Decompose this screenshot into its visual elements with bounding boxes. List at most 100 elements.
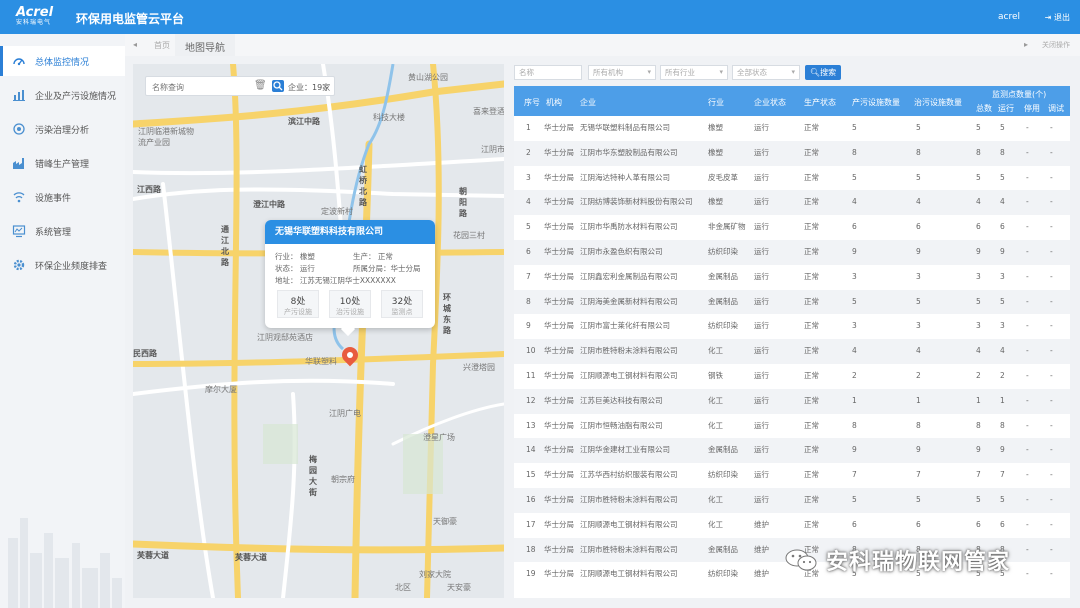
stat-monitor-points[interactable]: 32处 监测点 (381, 290, 423, 318)
table-header: 序号 机构 企业 行业 企业状态 生产状态 产污设施数量 治污设施数量 监测点数… (514, 86, 1070, 116)
search-button[interactable]: 🔍︎搜索 (805, 65, 841, 80)
map-label: 澄星广场 (423, 433, 455, 442)
industry-select-value: 所有行业 (665, 68, 695, 77)
industry-select[interactable]: 所有行业 ▾ (660, 65, 728, 80)
trash-icon[interactable]: 🗑 (254, 80, 267, 91)
sidebar-item-pollution-analysis[interactable]: 污染治理分析 (0, 114, 125, 144)
cell-company: 无锡华联塑料制品有限公司 (580, 123, 670, 132)
cell-production-status: 正常 (804, 445, 819, 455)
cell-treatment-count: 8 (916, 420, 921, 430)
screen-chart-icon (12, 225, 26, 238)
map-search-input[interactable] (152, 80, 240, 94)
status-select[interactable]: 全部状态 ▾ (732, 65, 800, 80)
cell-monitor-debug: - (1050, 172, 1053, 182)
col-company-status: 企业状态 (754, 98, 786, 107)
logo-subtext: 安科瑞电气 (16, 19, 52, 26)
cell-org: 华士分局 (544, 371, 574, 380)
table-row[interactable]: 6 华士分局 江阴市永盈色织有限公司 纺织印染 运行 正常 9 9 9 9 - - (514, 240, 1070, 265)
table-row[interactable]: 7 华士分局 江阴鑫宏利金属制品有限公司 金属制品 运行 正常 3 3 3 3 - - (514, 265, 1070, 290)
cell-monitor-debug: - (1050, 321, 1053, 331)
table-row[interactable]: 1 华士分局 无锡华联塑料制品有限公司 橡塑 运行 正常 5 5 5 5 - - (514, 116, 1070, 141)
sidebar-item-peak-production[interactable]: 错峰生产管理 (0, 148, 125, 178)
cell-monitor-running: 9 (1000, 445, 1005, 455)
popup-industry: 行业： 橡塑 (275, 252, 315, 261)
cell-company: 江阴鑫宏利金属制品有限公司 (580, 271, 678, 281)
tab-home[interactable]: 首页 (154, 40, 170, 51)
cell-index: 5 (526, 222, 531, 232)
tab-prev-button[interactable]: ◂ (133, 40, 137, 49)
cell-index: 9 (526, 321, 531, 331)
cell-monitor-total: 9 (976, 247, 981, 256)
table-row[interactable]: 14 华士分局 江阴华金建材工业有限公司 金属制品 运行 正常 9 9 9 9 - - (514, 438, 1070, 464)
cell-treatment-count: 5 (916, 296, 921, 306)
table-row[interactable]: 12 华士分局 江苏巨美达科技有限公司 化工 运行 正常 1 1 1 1 - - (514, 388, 1070, 414)
map-view[interactable]: 黄山湖公园 滨江中路 科技大楼 江阴临港新城物流产业园 江阴市 喜来登酒店 江西… (133, 64, 504, 598)
watermark: 安科瑞物联网管家 (778, 542, 1058, 576)
cell-monitor-total: 2 (976, 371, 981, 380)
stat-treatment-facilities[interactable]: 10处 治污设施 (329, 290, 371, 318)
table-row[interactable]: 4 华士分局 江阴纺博装饰新材料股份有限公司 橡塑 运行 正常 4 4 4 4 - - (514, 190, 1070, 216)
table-row[interactable]: 5 华士分局 江阴市华禹防水材料有限公司 非金属矿物 运行 正常 6 6 6 6 - - (514, 215, 1070, 240)
col-index: 序号 (524, 98, 540, 107)
table-row[interactable]: 13 华士分局 江阴市恒畅油脂有限公司 化工 运行 正常 8 8 8 8 - - (514, 414, 1070, 439)
cell-index: 17 (526, 519, 536, 529)
tab-next-button[interactable]: ▸ (1024, 40, 1028, 49)
cell-company-status: 运行 (754, 271, 769, 281)
table-row[interactable]: 3 华士分局 江阴海达特种人革有限公司 皮毛皮革 运行 正常 5 5 5 5 - - (514, 166, 1070, 191)
table-row[interactable]: 9 华士分局 江阴市富士莱化纤有限公司 纺织印染 运行 正常 3 3 3 3 - - (514, 314, 1070, 339)
chevron-down-icon: ▾ (719, 68, 723, 76)
sidebar-item-facility-events[interactable]: 设施事件 (0, 182, 125, 212)
table-row[interactable]: 8 华士分局 江阴海美金属新材料有限公司 金属制品 运行 正常 5 5 5 5 - - (514, 289, 1070, 315)
company-table: 序号 机构 企业 行业 企业状态 生产状态 产污设施数量 治污设施数量 监测点数… (514, 86, 1070, 598)
org-select[interactable]: 所有机构 ▾ (588, 65, 656, 80)
close-tabs-button[interactable]: 关闭操作 (1042, 40, 1070, 50)
cell-production-status: 正常 (804, 247, 819, 256)
cell-company-status: 运行 (754, 296, 769, 306)
table-row[interactable]: 17 华士分局 江阴顺源电工钢材料有限公司 化工 维护 正常 6 6 6 6 - - (514, 513, 1070, 538)
stat-polluting-facilities[interactable]: 8处 产污设施 (277, 290, 319, 318)
cell-production-status: 正常 (804, 346, 819, 356)
cell-monitor-running: 8 (1000, 420, 1005, 430)
cell-monitor-running: 6 (1000, 222, 1005, 232)
cell-org: 华士分局 (544, 197, 574, 207)
logout-button[interactable]: ⇥ 退出 (1045, 12, 1070, 23)
cell-monitor-total: 5 (976, 123, 981, 132)
cell-index: 7 (526, 271, 531, 281)
cell-company: 江阴市永盈色织有限公司 (580, 247, 663, 256)
sidebar-item-system-management[interactable]: 系统管理 (0, 216, 125, 246)
sidebar-item-frequency-check[interactable]: 环保企业频度排查 (0, 250, 125, 280)
cell-company-status: 维护 (754, 519, 769, 529)
sidebar-item-overview[interactable]: 总体监控情况 (0, 46, 125, 76)
cell-treatment-count: 2 (916, 371, 921, 380)
cell-monitor-stopped: - (1026, 445, 1029, 455)
name-filter-input[interactable]: 名称 (514, 65, 582, 80)
stat-value: 10处 (339, 297, 361, 307)
sidebar-item-companies[interactable]: 企业及产污设施情况 (0, 80, 125, 110)
table-row[interactable]: 2 华士分局 江阴市华东塑胶制品有限公司 橡塑 运行 正常 8 8 8 8 - - (514, 140, 1070, 166)
table-row[interactable]: 15 华士分局 江苏华西村纺织服装有限公司 纺织印染 运行 正常 7 7 7 7 - - (514, 463, 1070, 488)
map-label: 天御豪 (433, 517, 457, 526)
cell-polluting-count: 4 (852, 346, 857, 356)
search-icon[interactable] (272, 80, 284, 92)
user-name[interactable]: acrel (998, 12, 1020, 22)
map-label: 通江北路 (221, 225, 229, 267)
popup-address: 地址： 江苏无锡江阴华士XXXXXXX (275, 276, 396, 285)
cell-production-status: 正常 (804, 519, 819, 529)
chevron-down-icon: ▾ (647, 68, 651, 76)
cell-company: 江阴海美金属新材料有限公司 (580, 296, 678, 306)
table-row[interactable]: 11 华士分局 江阴顺源电工钢材料有限公司 钢铁 运行 正常 2 2 2 2 - - (514, 364, 1070, 389)
sidebar-item-label: 设施事件 (35, 193, 72, 204)
table-row[interactable]: 10 华士分局 江阴市胜特粉末涂料有限公司 化工 运行 正常 4 4 4 4 - - (514, 339, 1070, 364)
status-select-value: 全部状态 (737, 68, 767, 77)
cell-index: 2 (526, 147, 531, 157)
cell-industry: 橡塑 (708, 197, 723, 207)
sidebar-item-label: 企业及产污设施情况 (35, 91, 117, 102)
cell-production-status: 正常 (804, 395, 819, 405)
cell-industry: 金属制品 (708, 296, 738, 306)
logout-icon: ⇥ (1044, 13, 1054, 22)
sidebar-item-label: 污染治理分析 (35, 125, 90, 136)
table-row[interactable]: 16 华士分局 江阴市胜特粉末涂料有限公司 化工 运行 正常 5 5 5 5 - - (514, 488, 1070, 513)
stat-label: 治污设施 (336, 308, 364, 316)
cell-treatment-count: 6 (916, 519, 921, 529)
tab-map-navigation[interactable]: 地图导航 (175, 34, 235, 56)
